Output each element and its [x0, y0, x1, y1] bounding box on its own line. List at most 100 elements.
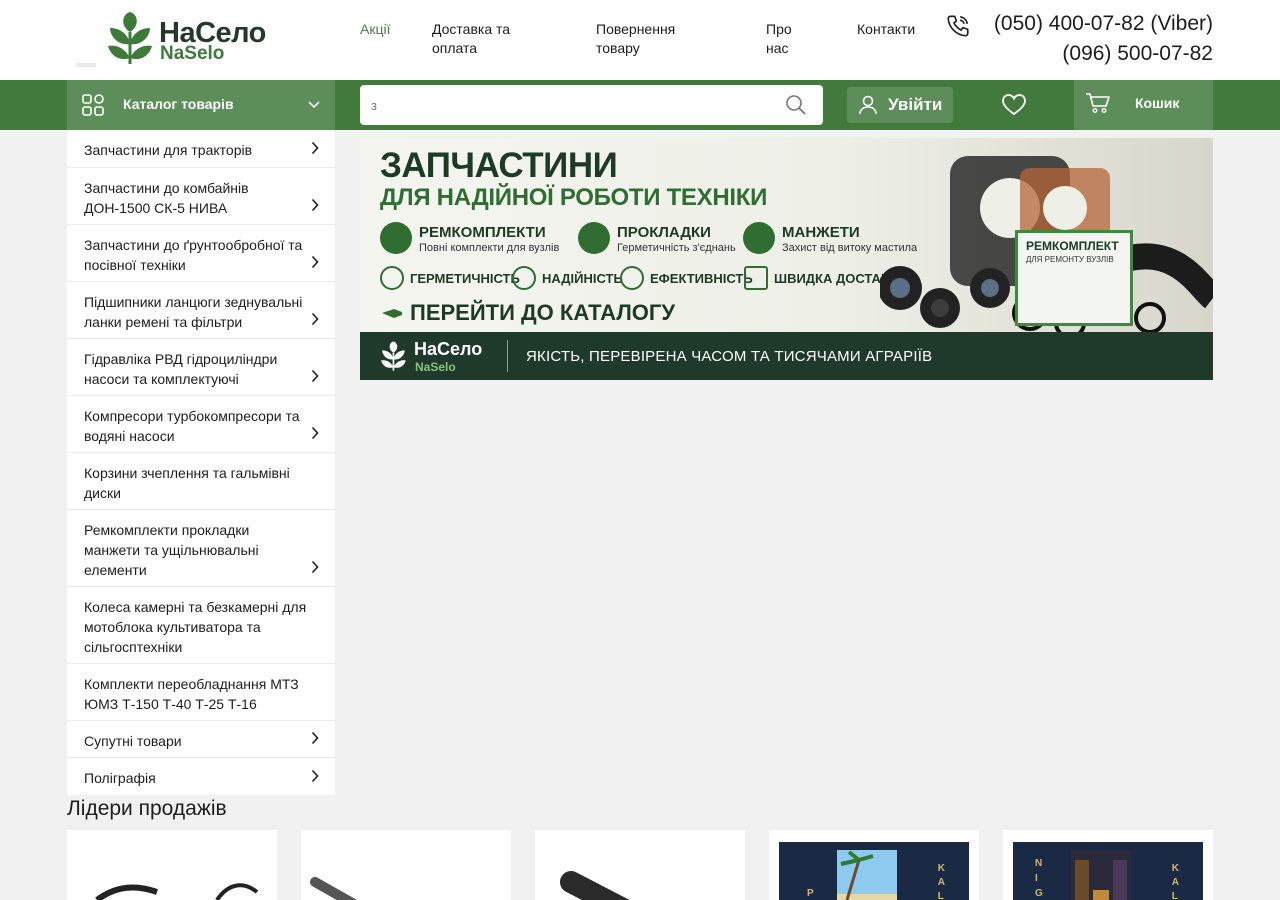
chevron-right-icon: [311, 369, 319, 383]
logo-text-en: NaSelo: [160, 43, 225, 64]
phone-number-secondary[interactable]: (096) 500-07-82: [1062, 42, 1213, 66]
nav-link-about[interactable]: Про нас: [766, 20, 806, 58]
badge-label: НАДІЙНІСТЬ: [542, 271, 623, 286]
beach-image: [837, 850, 897, 900]
check-icon: [512, 266, 536, 290]
category-label: Гідравліка РВД гідроциліндри насоси та к…: [84, 351, 278, 387]
seal-icon: [743, 222, 775, 254]
banner-title: ЗАПЧАСТИНИ: [380, 146, 618, 185]
user-icon: [859, 95, 877, 115]
banner-logo-ua: НаСело: [414, 339, 483, 359]
book-cover-letters: KAL: [937, 863, 945, 900]
feature-subtitle: Герметичність з'єднань: [617, 242, 736, 254]
search-box: [360, 85, 823, 125]
feature-title: РЕМКОМПЛЕКТИ: [419, 224, 546, 241]
badge-label: ЕФЕКТИВНІСТЬ: [650, 271, 753, 286]
banner-footer: НаСело NaSelo ЯКІСТЬ, ПЕРЕВІРЕНА ЧАСОМ Т…: [360, 332, 1213, 380]
repair-kit-box: РЕМКОМПЛЕКТ ДЛЯ РЕМОНТУ ВУЗЛІВ: [1015, 230, 1133, 326]
catalog-button-label: Каталог товарів: [123, 96, 234, 112]
category-label: Запчастини для тракторів: [84, 142, 253, 158]
search-input[interactable]: [360, 85, 770, 125]
leaf-logo-icon: [108, 12, 152, 64]
chevron-right-icon: [311, 312, 319, 326]
banner-logo-en: NaSelo: [415, 360, 456, 374]
category-label: Компресори турбокомпресори та водяні нас…: [84, 408, 300, 444]
catalog-button[interactable]: Каталог товарів: [67, 80, 335, 130]
category-item[interactable]: Запчастини до комбайнів ДОН-1500 СК-5 НИ…: [67, 168, 335, 225]
shield-check-icon: [380, 266, 404, 290]
login-button[interactable]: Увійти: [847, 87, 953, 123]
category-item[interactable]: Корзини зчеплення та гальмівні диски: [67, 453, 335, 510]
toolbar: Каталог товарів Увійти Кошик: [0, 80, 1280, 130]
banner-cta[interactable]: ПЕРЕЙТИ ДО КАТАЛОГУ: [410, 300, 675, 326]
logo[interactable]: НаСело NaSelo: [106, 10, 276, 66]
product-card[interactable]: [301, 830, 511, 900]
cart-button-label: Кошик: [1135, 95, 1180, 111]
category-item[interactable]: Комплекти переобладнання МТЗ ЮМЗ Т-150 Т…: [67, 664, 335, 721]
category-item[interactable]: Ремкомплекти прокладки манжети та ущільн…: [67, 510, 335, 587]
product-image: NIG KAL: [1013, 842, 1203, 900]
product-card[interactable]: P KAL: [769, 830, 979, 900]
product-card[interactable]: [535, 830, 745, 900]
category-item[interactable]: Компресори турбокомпресори та водяні нас…: [67, 396, 335, 453]
cart-button[interactable]: Кошик: [1074, 80, 1213, 130]
promo-banner[interactable]: ЗАПЧАСТИНИ ДЛЯ НАДІЙНОЇ РОБОТИ ТЕХНІКИ Р…: [360, 138, 1213, 380]
product-image: [310, 877, 358, 900]
feature-title: МАНЖЕТИ: [782, 224, 860, 241]
category-label: Комплекти переобладнання МТЗ ЮМЗ Т-150 Т…: [84, 676, 299, 712]
book-cover-letter: P: [807, 888, 814, 899]
category-item[interactable]: Запчастини для тракторів: [67, 130, 335, 168]
site-header: НаСело NaSelo Акції Доставка та оплата П…: [0, 0, 1280, 80]
login-button-label: Увійти: [888, 95, 943, 114]
category-label: Супутні товари: [84, 733, 182, 749]
cart-icon: [1086, 93, 1110, 114]
truck-icon: [744, 266, 768, 290]
category-label: Колеса камерні та безкамерні для мотобло…: [84, 599, 307, 655]
badge-label: ГЕРМЕТИЧНІСТЬ: [410, 271, 520, 286]
category-item[interactable]: Підшипники ланцюги зеднувальні ланки рем…: [67, 282, 335, 339]
product-card[interactable]: NIG KAL: [1003, 830, 1213, 900]
product-image: [95, 883, 259, 900]
product-image: P KAL: [779, 842, 969, 900]
nav-link-contacts[interactable]: Контакти: [857, 20, 915, 39]
header-decor: [76, 63, 96, 67]
category-label: Запчастини до ґрунтообробної та посівної…: [84, 237, 303, 273]
category-item[interactable]: Запчастини до ґрунтообробної та посівної…: [67, 225, 335, 282]
category-item[interactable]: Поліграфія: [67, 758, 335, 795]
chevron-right-icon: [311, 426, 319, 440]
kit-subtitle: ДЛЯ РЕМОНТУ ВУЗЛІВ: [1026, 255, 1114, 264]
search-icon[interactable]: [785, 94, 807, 116]
banner-slogan: ЯКІСТЬ, ПЕРЕВІРЕНА ЧАСОМ ТА ТИСЯЧАМИ АГР…: [526, 348, 933, 365]
nav-link-returns[interactable]: Повернення товару: [596, 20, 706, 58]
book-cover-letters: NIG: [1035, 858, 1043, 899]
category-item[interactable]: Колеса камерні та безкамерні для мотобло…: [67, 587, 335, 664]
divider: [507, 340, 508, 372]
nav-link-promotions[interactable]: Акції: [360, 20, 390, 39]
category-item[interactable]: Гідравліка РВД гідроциліндри насоси та к…: [67, 339, 335, 396]
category-item[interactable]: Супутні товари: [67, 721, 335, 758]
repair-kit-icon: [380, 222, 412, 254]
chevron-right-icon: [311, 769, 319, 783]
product-image: [560, 871, 630, 900]
nav-link-delivery[interactable]: Доставка та оплата: [432, 20, 552, 58]
chevron-right-icon: [311, 141, 319, 155]
category-label: Підшипники ланцюги зеднувальні ланки рем…: [84, 294, 303, 330]
heart-icon[interactable]: [1001, 93, 1027, 117]
gasket-icon: [578, 222, 610, 254]
category-label: Корзини зчеплення та гальмівні диски: [84, 465, 290, 501]
category-label: Поліграфія: [84, 770, 156, 786]
category-label: Запчастини до комбайнів ДОН-1500 СК-5 НИ…: [84, 180, 249, 216]
chevron-right-icon: [311, 560, 319, 574]
phone-number-viber[interactable]: (050) 400-07-82 (Viber): [994, 12, 1213, 36]
chevron-right-icon: [311, 255, 319, 269]
banner-subtitle: ДЛЯ НАДІЙНОЇ РОБОТИ ТЕХНІКИ: [380, 184, 768, 211]
chevron-right-icon: [311, 198, 319, 212]
book-cover-letters: KAL: [1171, 863, 1179, 900]
category-sidebar: Запчастини для тракторів Запчастини до к…: [67, 130, 335, 795]
feature-title: ПРОКЛАДКИ: [617, 224, 711, 241]
feature-subtitle: Повні комплекти для вузлів: [419, 242, 560, 254]
chevron-right-icon: [311, 731, 319, 745]
kit-title: РЕМКОМПЛЕКТ: [1026, 239, 1119, 253]
product-card[interactable]: [67, 830, 277, 900]
chevron-down-icon: [308, 101, 320, 109]
